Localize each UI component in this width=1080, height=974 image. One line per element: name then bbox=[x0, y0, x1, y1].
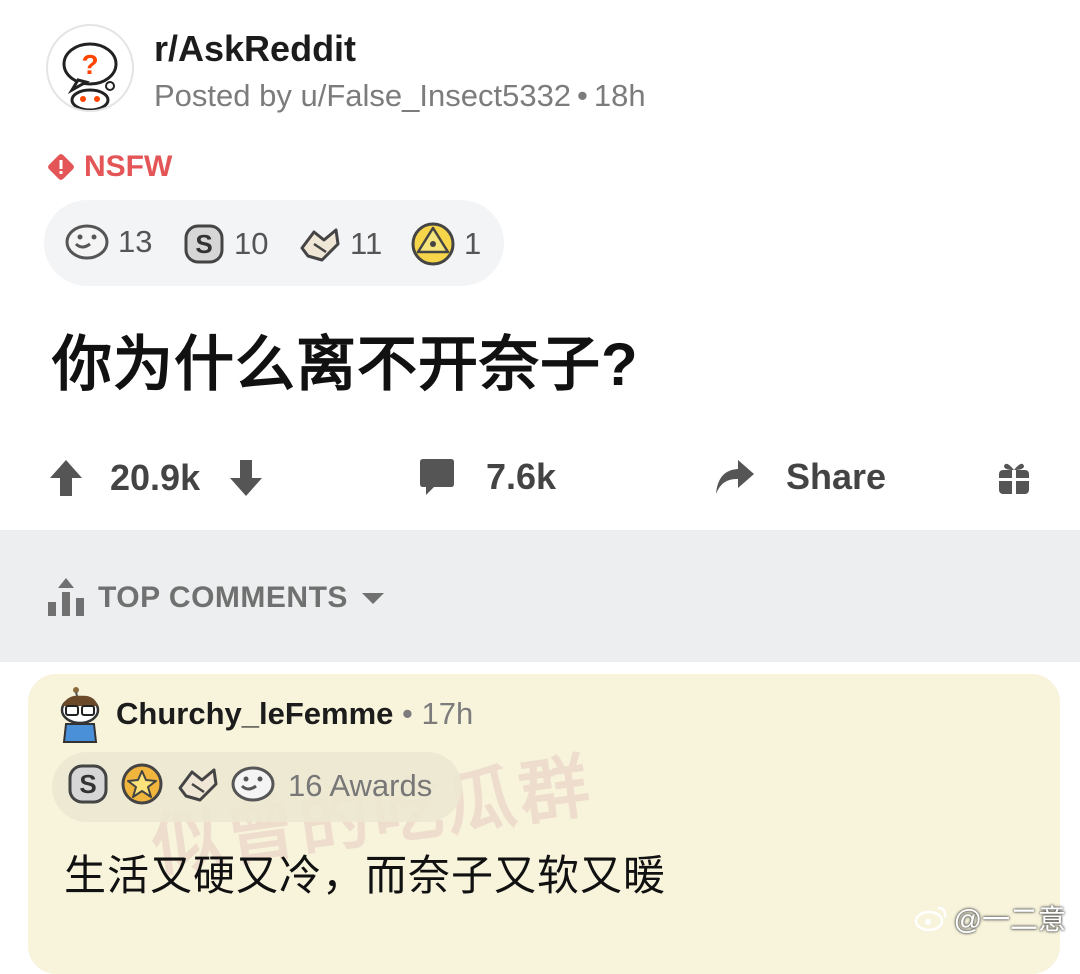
award-wholesome[interactable]: 11 bbox=[296, 222, 382, 266]
comments-button[interactable]: 7.6k bbox=[416, 456, 556, 498]
helpful-award-icon bbox=[231, 766, 275, 802]
award-count: 13 bbox=[118, 224, 153, 259]
downvote-icon[interactable] bbox=[226, 456, 266, 500]
askreddit-logo-icon: ? bbox=[62, 42, 118, 110]
subreddit-avatar[interactable]: ? bbox=[46, 24, 134, 112]
award-count: 1 bbox=[464, 226, 482, 261]
post-title[interactable]: 你为什么离不开奈子? bbox=[52, 316, 639, 403]
silver-coin-award-icon: S bbox=[68, 764, 108, 804]
silver-coin-award-icon: S bbox=[184, 224, 224, 264]
wholesome-handshake-award-icon bbox=[300, 228, 340, 262]
svg-text:S: S bbox=[195, 229, 212, 259]
comment-body: 生活又硬又冷，而奈子又软又暖 bbox=[64, 852, 667, 899]
nsfw-warning-icon bbox=[48, 154, 74, 180]
svg-text:?: ? bbox=[81, 49, 98, 80]
gold-star-award-icon bbox=[121, 763, 163, 805]
sort-label: TOP COMMENTS bbox=[98, 581, 348, 614]
gift-icon bbox=[999, 463, 1029, 494]
comment-author[interactable]: Churchy_leFemme bbox=[116, 696, 393, 731]
comment-award-icons: S bbox=[66, 762, 276, 806]
meta-separator: • bbox=[577, 78, 588, 113]
award-silver[interactable]: S 10 bbox=[182, 222, 268, 266]
vote-controls: 20.9k bbox=[46, 456, 266, 500]
weibo-logo-icon bbox=[914, 906, 946, 932]
weibo-handle: @一二意 bbox=[953, 904, 1066, 935]
caret-down-icon bbox=[361, 593, 384, 604]
award-illuminati[interactable]: 1 bbox=[410, 222, 481, 266]
commenter-avatar[interactable] bbox=[52, 686, 108, 746]
post-age: 18h bbox=[593, 78, 646, 113]
comment-age: 17h bbox=[421, 696, 474, 731]
weibo-watermark: @一二意 bbox=[914, 898, 1066, 938]
comment-count: 7.6k bbox=[486, 456, 557, 497]
helpful-award-icon bbox=[65, 224, 109, 260]
upvote-icon[interactable] bbox=[46, 456, 86, 500]
snoo-avatar-icon bbox=[60, 687, 100, 743]
comment-bubble-icon bbox=[420, 459, 454, 495]
share-label: Share bbox=[786, 456, 887, 497]
share-button[interactable]: Share bbox=[712, 456, 886, 498]
award-count: 11 bbox=[350, 226, 383, 261]
nsfw-badge: NSFW bbox=[46, 150, 172, 184]
subreddit-name[interactable]: r/AskReddit bbox=[154, 28, 356, 70]
wholesome-handshake-award-icon bbox=[178, 768, 218, 802]
meta-separator: • bbox=[393, 696, 422, 731]
comment-awards-count: 16 Awards bbox=[288, 768, 433, 803]
award-helpful[interactable]: 13 bbox=[64, 222, 152, 262]
share-arrow-icon bbox=[716, 460, 754, 494]
comment-meta: Churchy_leFemme • 17h bbox=[116, 696, 473, 732]
vote-count: 20.9k bbox=[110, 457, 201, 498]
award-gift-button[interactable] bbox=[996, 458, 1032, 501]
award-count: 10 bbox=[234, 226, 269, 261]
sort-top-icon bbox=[48, 578, 84, 616]
illuminati-award-icon bbox=[411, 222, 455, 266]
nsfw-label: NSFW bbox=[84, 150, 173, 183]
post-meta: Posted by u/False_Insect5332 • 18h bbox=[154, 78, 646, 114]
comment-sort-dropdown[interactable]: TOP COMMENTS bbox=[46, 578, 386, 618]
svg-text:S: S bbox=[79, 769, 96, 799]
post-author[interactable]: Posted by u/False_Insect5332 bbox=[154, 78, 571, 113]
